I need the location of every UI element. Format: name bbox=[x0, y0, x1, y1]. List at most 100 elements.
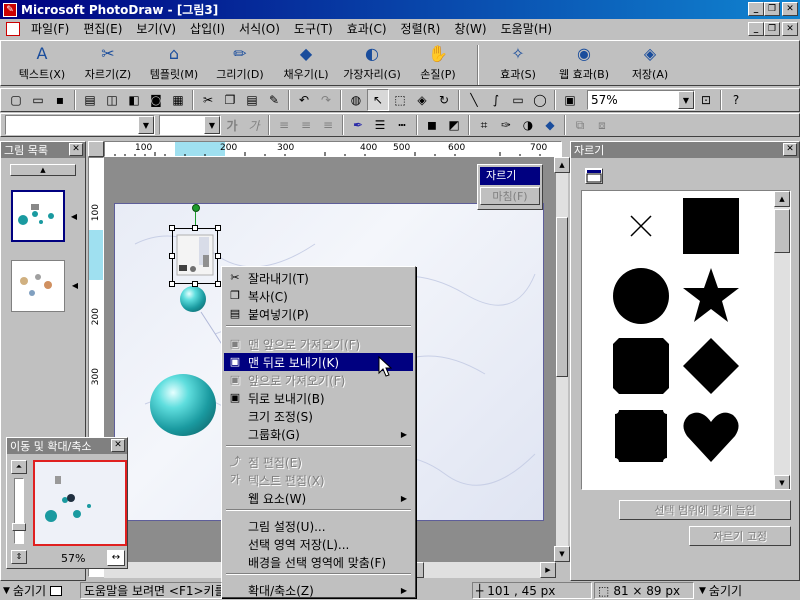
chevron-down-icon[interactable]: ▼ bbox=[138, 116, 154, 134]
context-menu-edit-points[interactable]: ⤴ 점 편집(E) bbox=[224, 453, 413, 471]
color-balance-icon[interactable]: ◑ bbox=[517, 114, 539, 136]
crop-shape-gallery[interactable]: ▲ ▼ bbox=[581, 190, 791, 490]
menu-edit[interactable]: 편집(E) bbox=[76, 20, 129, 38]
menu-insert[interactable]: 삽입(I) bbox=[183, 20, 232, 38]
redo-icon[interactable]: ↷ bbox=[315, 89, 337, 111]
copy-icon[interactable]: ❐ bbox=[219, 89, 241, 111]
fill-color-icon[interactable]: ◈ bbox=[411, 89, 433, 111]
resize-handle[interactable] bbox=[192, 225, 198, 231]
menu-effects[interactable]: 효과(C) bbox=[340, 20, 394, 38]
rotate-icon[interactable]: ↻ bbox=[433, 89, 455, 111]
save-tool-button[interactable]: ◈ 저장(A) bbox=[617, 41, 683, 85]
resize-handle[interactable] bbox=[169, 281, 175, 287]
rectangle-icon[interactable]: ▭ bbox=[507, 89, 529, 111]
crop-shape-apple[interactable] bbox=[678, 473, 744, 489]
close-icon[interactable]: ✕ bbox=[783, 143, 797, 156]
picture-list-scroll-up[interactable]: ▲ bbox=[10, 164, 76, 176]
zoom-slider-track[interactable] bbox=[12, 478, 26, 544]
scroll-thumb[interactable] bbox=[556, 217, 568, 377]
doc-minimize-button[interactable]: _ bbox=[748, 22, 764, 36]
new-file-icon[interactable]: ▢ bbox=[5, 89, 27, 111]
fit-view-button[interactable]: ↔ bbox=[107, 550, 125, 566]
align-center-icon[interactable]: ≡ bbox=[295, 114, 317, 136]
picture-thumbnail-other[interactable]: ◀ bbox=[11, 260, 78, 312]
open-folder-icon[interactable]: ▭ bbox=[27, 89, 49, 111]
context-menu-group[interactable]: 그룹화(G) ▶ bbox=[224, 425, 413, 443]
crop-shape-octagon[interactable] bbox=[608, 333, 674, 399]
resize-handle[interactable] bbox=[169, 253, 175, 259]
zoom-slider-thumb[interactable] bbox=[12, 523, 26, 531]
ellipse-icon[interactable]: ◯ bbox=[529, 89, 551, 111]
crop-shape-diamond[interactable] bbox=[678, 333, 744, 399]
align-right-icon[interactable]: ≡ bbox=[317, 114, 339, 136]
eyedropper-icon[interactable]: ✑ bbox=[495, 114, 517, 136]
finish-button[interactable]: 마침(F) bbox=[480, 187, 540, 205]
lock-crop-button[interactable]: 자르기 고정 bbox=[689, 526, 791, 546]
restore-button[interactable]: ❐ bbox=[764, 2, 780, 16]
scroll-down-button[interactable]: ▼ bbox=[774, 475, 790, 489]
dash-style-icon[interactable]: ┅ bbox=[391, 114, 413, 136]
scroll-up-button[interactable]: ▲ bbox=[774, 191, 790, 207]
crop-shape-star[interactable] bbox=[678, 263, 744, 329]
menu-file[interactable]: 파일(F) bbox=[24, 20, 76, 38]
resize-handle[interactable] bbox=[169, 225, 175, 231]
print-icon[interactable]: ▤ bbox=[79, 89, 101, 111]
align-left-icon[interactable]: ≡ bbox=[273, 114, 295, 136]
fill-tool-button[interactable]: ◆ 채우기(L) bbox=[273, 41, 339, 85]
crop-gallery-scrollbar[interactable]: ▲ ▼ bbox=[774, 191, 790, 489]
3d-icon[interactable]: ◩ bbox=[443, 114, 465, 136]
menu-view[interactable]: 보기(V) bbox=[129, 20, 183, 38]
crop-icon[interactable]: ⌗ bbox=[473, 114, 495, 136]
fit-to-selection-button[interactable]: 선택 범위에 맞게 늘임 bbox=[619, 500, 791, 520]
camera-icon[interactable]: ◙ bbox=[145, 89, 167, 111]
minimize-button[interactable]: _ bbox=[748, 2, 764, 16]
menu-window[interactable]: 창(W) bbox=[447, 20, 493, 38]
line-icon[interactable]: ╲ bbox=[463, 89, 485, 111]
menu-help[interactable]: 도움말(H) bbox=[494, 20, 560, 38]
font-size-combo[interactable]: ▼ bbox=[159, 115, 221, 135]
canvas-vertical-scrollbar[interactable]: ▲ ▼ bbox=[554, 157, 570, 562]
help-icon[interactable]: ? bbox=[725, 89, 747, 111]
chevron-down-icon[interactable]: ▼ bbox=[204, 116, 220, 134]
large-sphere[interactable] bbox=[150, 374, 216, 436]
zoom-out-button[interactable]: ⇕ bbox=[11, 550, 27, 564]
select-region-icon[interactable]: ⬚ bbox=[389, 89, 411, 111]
close-button[interactable]: ✕ bbox=[782, 2, 798, 16]
pan-zoom-preview[interactable] bbox=[33, 460, 127, 546]
context-menu-copy[interactable]: ❐ 복사(C) bbox=[224, 287, 413, 305]
undo-icon[interactable]: ↶ bbox=[293, 89, 315, 111]
zoom-in-button[interactable]: ⏶ bbox=[11, 460, 27, 474]
scroll-down-button[interactable]: ▼ bbox=[554, 546, 570, 562]
print-preview-icon[interactable]: ◫ bbox=[101, 89, 123, 111]
touchup-tool-button[interactable]: ✋ 손질(P) bbox=[405, 41, 471, 85]
menu-format[interactable]: 서식(O) bbox=[232, 20, 287, 38]
curve-icon[interactable]: ∫ bbox=[485, 89, 507, 111]
web-effects-tool-button[interactable]: ◉ 웹 효과(B) bbox=[551, 41, 617, 85]
edge-tool-button[interactable]: ◐ 가장자리(G) bbox=[339, 41, 405, 85]
document-icon[interactable] bbox=[6, 22, 20, 36]
context-menu-web-elements[interactable]: 웹 요소(W) ▶ bbox=[224, 489, 413, 507]
crop-shape-heart[interactable] bbox=[678, 403, 744, 469]
context-menu-paste[interactable]: ▤ 붙여넣기(P) bbox=[224, 305, 413, 323]
picture-thumbnail-current[interactable]: ◀ bbox=[11, 190, 77, 242]
picture-list-icon[interactable]: ▣ bbox=[559, 89, 581, 111]
close-icon[interactable]: ✕ bbox=[111, 439, 125, 452]
context-menu-picture-setup[interactable]: 그림 설정(U)... bbox=[224, 517, 413, 535]
resize-handle[interactable] bbox=[215, 225, 221, 231]
effects-tool-button[interactable]: ✧ 효과(S) bbox=[485, 41, 551, 85]
resize-handle[interactable] bbox=[192, 281, 198, 287]
menu-arrange[interactable]: 정렬(R) bbox=[394, 20, 448, 38]
crop-shape-square[interactable] bbox=[678, 193, 744, 259]
shadow-icon[interactable]: ◼ bbox=[421, 114, 443, 136]
template-tool-button[interactable]: ⌂ 템플릿(M) bbox=[141, 41, 207, 85]
crop-shape-partial[interactable] bbox=[608, 473, 674, 489]
context-menu-bring-to-front[interactable]: ▣ 맨 앞으로 가져오기(F) bbox=[224, 335, 413, 353]
line-weight-icon[interactable]: ☰ bbox=[369, 114, 391, 136]
resize-handle[interactable] bbox=[215, 253, 221, 259]
italic-icon[interactable]: 가 bbox=[243, 114, 265, 136]
small-sphere[interactable] bbox=[180, 286, 206, 312]
pen-color-icon[interactable]: ✒ bbox=[347, 114, 369, 136]
scan-icon[interactable]: ◧ bbox=[123, 89, 145, 111]
web-globe-icon[interactable]: ◍ bbox=[345, 89, 367, 111]
context-menu-edit-text[interactable]: 가 텍스트 편집(X) bbox=[224, 471, 413, 489]
